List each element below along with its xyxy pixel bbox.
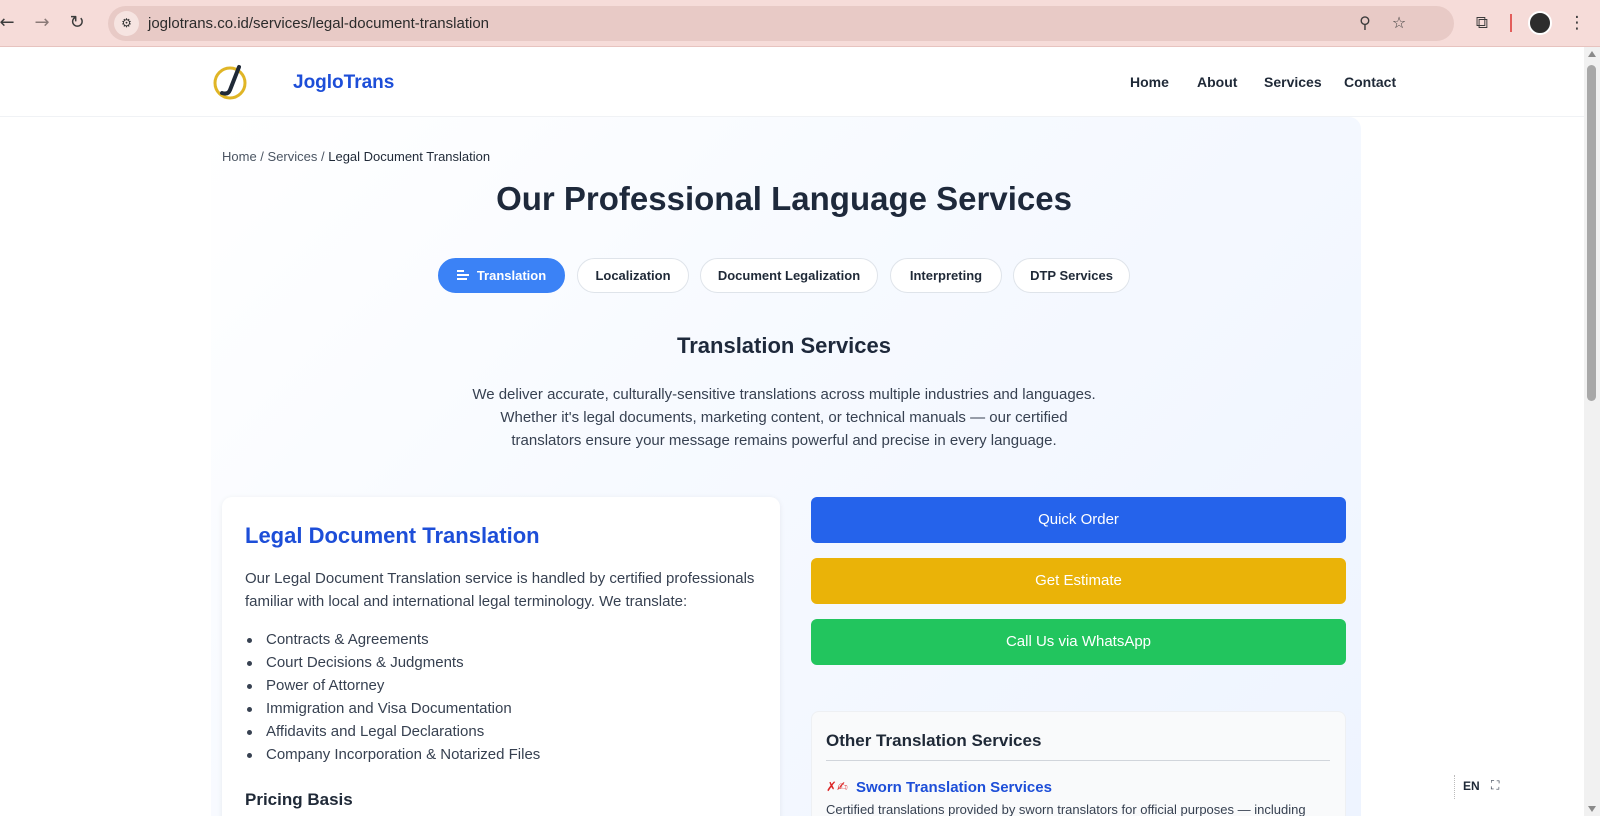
address-bar[interactable]: ⚙ joglotrans.co.id/services/legal-docume… [108,6,1454,41]
whatsapp-call-button[interactable]: Call Us via WhatsApp [811,619,1346,665]
extensions-icon[interactable]: ⧉ [1469,10,1495,36]
other-services-panel: Other Translation Services ✗✍ Sworn Tran… [811,711,1346,816]
list-item: Power of Attorney [245,674,540,697]
pricing-title: Pricing Basis [245,790,353,809]
reload-icon[interactable]: ↻ [64,10,90,36]
breadcrumb-services[interactable]: Services [268,149,318,164]
other-services-title: Other Translation Services [826,731,1042,750]
card-intro: Our Legal Document Translation service i… [245,570,755,610]
scroll-up-arrow-icon[interactable] [1588,51,1596,57]
list-item: Contracts & Agreements [245,628,540,651]
breadcrumb: Home / Services / Legal Document Transla… [222,149,490,164]
sworn-translation-description: Certified translations provided by sworn… [826,802,1306,816]
list-item: Affidavits and Legal Declarations [245,720,540,743]
section-description-line: Whether it's legal documents, marketing … [500,409,1068,426]
tab-label: Localization [595,268,671,283]
service-tabs: Translation Localization Document Legali… [0,258,1568,294]
translation-icon [456,270,469,281]
nav-services[interactable]: Services [1264,74,1322,90]
card-title: Legal Document Translation [245,523,540,548]
divider [826,760,1330,761]
url-text[interactable]: joglotrans.co.id/services/legal-document… [148,15,489,32]
breadcrumb-separator: / [317,149,329,164]
profile-avatar[interactable] [1528,11,1552,35]
browser-toolbar: ← → ↻ ⚙ joglotrans.co.id/services/legal-… [0,0,1600,47]
breadcrumb-separator: / [256,149,268,164]
section-description-line: translators ensure your message remains … [511,432,1057,449]
toolbar-divider [1510,14,1512,32]
page-title: Our Professional Language Services [496,180,1072,217]
bookmark-star-icon[interactable]: ☆ [1388,12,1410,34]
nav-contact[interactable]: Contact [1344,74,1396,90]
tab-dtp-services[interactable]: DTP Services [1013,258,1130,293]
site-header: JogloTrans Home About Services Contact [0,47,1584,117]
scroll-thumb[interactable] [1587,65,1596,401]
joglotrans-logo[interactable] [212,63,252,101]
list-item: Immigration and Visa Documentation [245,697,540,720]
nav-about[interactable]: About [1197,74,1237,90]
nav-home[interactable]: Home [1130,74,1169,90]
section-title: Translation Services [677,333,891,358]
list-item: Company Incorporation & Notarized Files [245,743,540,766]
tab-document-legalization[interactable]: Document Legalization [700,258,878,293]
forward-arrow-icon[interactable]: → [29,10,55,36]
tab-label: Document Legalization [717,268,861,283]
breadcrumb-current: Legal Document Translation [328,149,491,164]
brand-name[interactable]: JogloTrans [293,72,394,94]
breadcrumb-home[interactable]: Home [222,149,257,164]
scroll-down-arrow-icon[interactable] [1588,806,1596,812]
section-description-line: We deliver accurate, culturally-sensitiv… [472,386,1096,403]
tab-translation[interactable]: Translation [438,258,565,293]
sworn-translation-link[interactable]: Sworn Translation Services [856,779,1052,796]
kebab-menu-icon[interactable]: ⋮ [1564,10,1590,36]
tab-label: Translation [476,268,547,283]
get-estimate-button[interactable]: Get Estimate [811,558,1346,604]
site-info-icon[interactable]: ⚙ [114,11,139,36]
language-label[interactable]: EN [1463,779,1480,793]
document-type-list: Contracts & Agreements Court Decisions &… [245,628,540,766]
tab-label: Interpreting [909,268,983,283]
page-scrollbar[interactable] [1584,47,1600,816]
section-description: We deliver accurate, culturally-sensitiv… [464,383,1104,452]
zoom-icon[interactable]: ⚲ [1354,12,1376,34]
list-item: Court Decisions & Judgments [245,651,540,674]
quick-order-button[interactable]: Quick Order [811,497,1346,543]
expand-icon[interactable]: ⛶ [1491,778,1499,793]
tab-interpreting[interactable]: Interpreting [890,258,1002,293]
sworn-translation-icon: ✗✍ [826,780,848,795]
language-switcher[interactable]: EN ⛶ [1454,775,1502,799]
service-detail-card: Legal Document Translation Our Legal Doc… [222,497,780,816]
tab-localization[interactable]: Localization [577,258,689,293]
back-arrow-icon[interactable]: ← [0,10,20,36]
tab-label: DTP Services [1030,268,1113,283]
